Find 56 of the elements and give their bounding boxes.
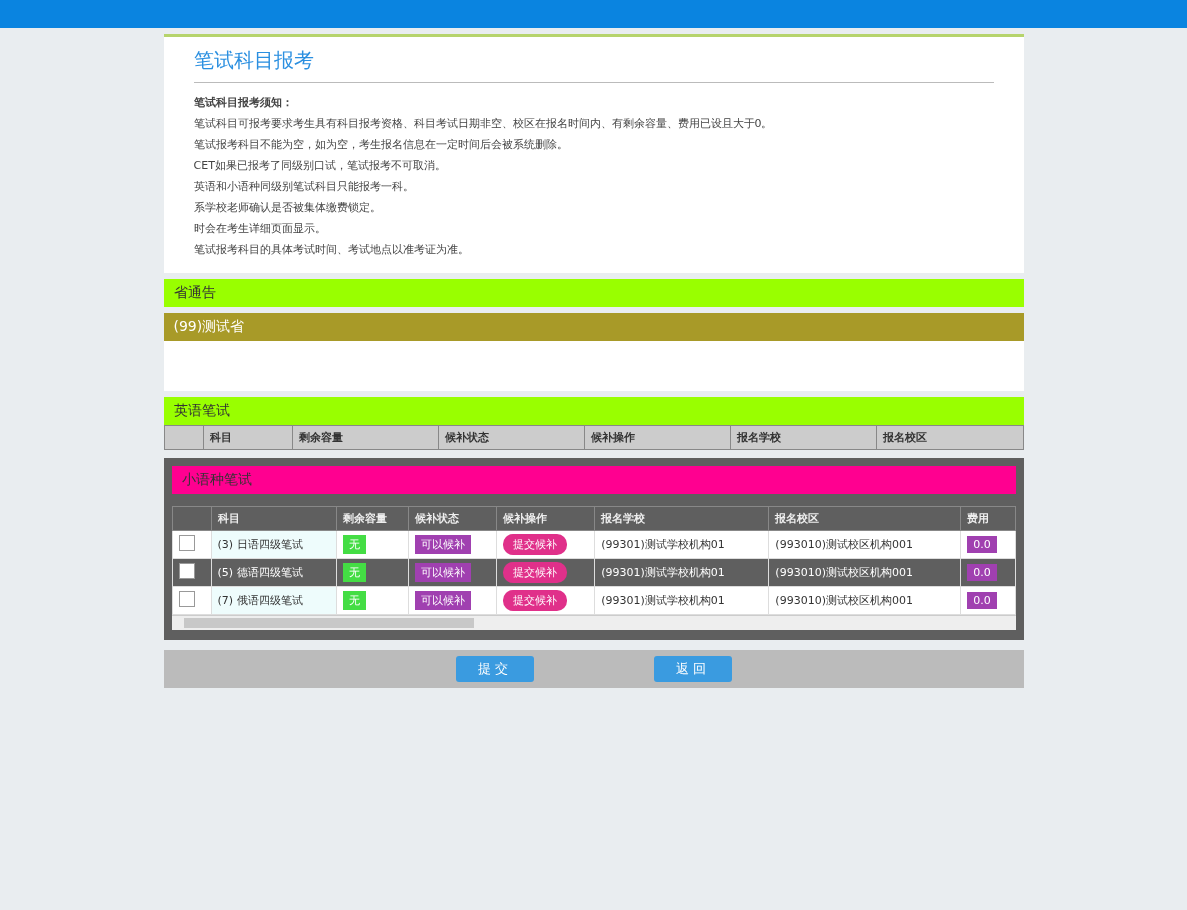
action-button[interactable]: 提交 xyxy=(455,656,534,682)
status-tag: 可以候补 xyxy=(415,591,472,610)
status-tag: 可以候补 xyxy=(415,535,472,554)
submit-waitlist-button[interactable]: 提交候补 xyxy=(503,534,568,555)
province-header: (99)测试省 xyxy=(163,313,1024,341)
checkbox[interactable] xyxy=(178,563,195,579)
campus-text: (993010)测试校区机构001 xyxy=(775,566,913,579)
column-header: 报名校区 xyxy=(876,425,1023,450)
table-row[interactable]: (5) 德语四级笔试 无 可以候补 提交候补 (99301)测试学校机构01 (993010)测试校区机构001 0.0 xyxy=(172,558,1015,587)
school-text: (99301)测试学校机构01 xyxy=(601,566,725,579)
campus-text: (993010)测试校区机构001 xyxy=(775,538,913,551)
column-header: 候补状态 xyxy=(408,506,497,531)
horizontal-scrollbar[interactable] xyxy=(171,615,1016,630)
section-header: 英语笔试 xyxy=(163,397,1024,425)
column-header: 候补状态 xyxy=(438,425,585,450)
status-tag: 可以候补 xyxy=(415,563,472,582)
checkbox[interactable] xyxy=(178,535,195,551)
subject-text: (3) 日语四级笔试 xyxy=(217,538,303,551)
column-header: 候补操作 xyxy=(584,425,731,450)
school-text: (99301)测试学校机构01 xyxy=(601,538,725,551)
column-header: 剩余容量 xyxy=(336,506,409,531)
action-button[interactable]: 返回 xyxy=(653,656,732,682)
column-header: 科目 xyxy=(211,506,336,531)
submit-waitlist-button[interactable]: 提交候补 xyxy=(503,562,568,583)
notice-text: 笔试科目可报考要求考生具有科目报考资格、科目考试日期非空、校区在报名时间内、有剩余容量、费用已设且大于0。 xyxy=(193,116,774,131)
checkbox[interactable] xyxy=(178,591,195,607)
campus-text: (993010)测试校区机构001 xyxy=(775,594,913,607)
fee-tag: 0.0 xyxy=(967,564,997,581)
column-header: 费用 xyxy=(960,506,1015,531)
notice-text: CET如果已报考了同级别口试，笔试报考不可取消。 xyxy=(193,158,447,173)
submit-waitlist-button[interactable]: 提交候补 xyxy=(503,590,568,611)
notice-text: 时会在考生详细页面显示。 xyxy=(193,221,327,236)
table-row[interactable]: (3) 日语四级笔试 无 可以候补 提交候补 (99301)测试学校机构01 (993010)测试校区机构001 0.0 xyxy=(172,530,1015,559)
page-title: 笔试科目报考 xyxy=(193,47,994,83)
subject-text: (7) 俄语四级笔试 xyxy=(217,594,303,607)
capacity-tag: 无 xyxy=(342,535,366,554)
subject-text: (5) 德语四级笔试 xyxy=(217,566,303,579)
notice-heading: 笔试科目报考须知： xyxy=(193,95,294,110)
column-header: 报名校区 xyxy=(768,506,961,531)
column-header: 科目 xyxy=(203,425,293,450)
fee-tag: 0.0 xyxy=(967,592,997,609)
school-text: (99301)测试学校机构01 xyxy=(601,594,725,607)
section-header: 省通告 xyxy=(163,279,1024,307)
capacity-tag: 无 xyxy=(342,563,366,582)
section-header: 小语种笔试 xyxy=(171,466,1016,494)
notice-text: 笔试报考科目的具体考试时间、考试地点以准考证为准。 xyxy=(193,242,470,257)
capacity-tag: 无 xyxy=(342,591,366,610)
notice-text: 笔试报考科目不能为空，如为空，考生报名信息在一定时间后会被系统删除。 xyxy=(193,137,569,152)
column-header: 报名学校 xyxy=(594,506,769,531)
table-row[interactable]: (7) 俄语四级笔试 无 可以候补 提交候补 (99301)测试学校机构01 (993010)测试校区机构001 0.0 xyxy=(172,586,1015,615)
column-header: 报名学校 xyxy=(730,425,877,450)
column-header: 剩余容量 xyxy=(292,425,439,450)
notice-text: 系学校老师确认是否被集体缴费锁定。 xyxy=(193,200,382,215)
notice-text: 英语和小语种同级别笔试科目只能报考一科。 xyxy=(193,179,415,194)
column-header: 候补操作 xyxy=(496,506,595,531)
fee-tag: 0.0 xyxy=(967,536,997,553)
